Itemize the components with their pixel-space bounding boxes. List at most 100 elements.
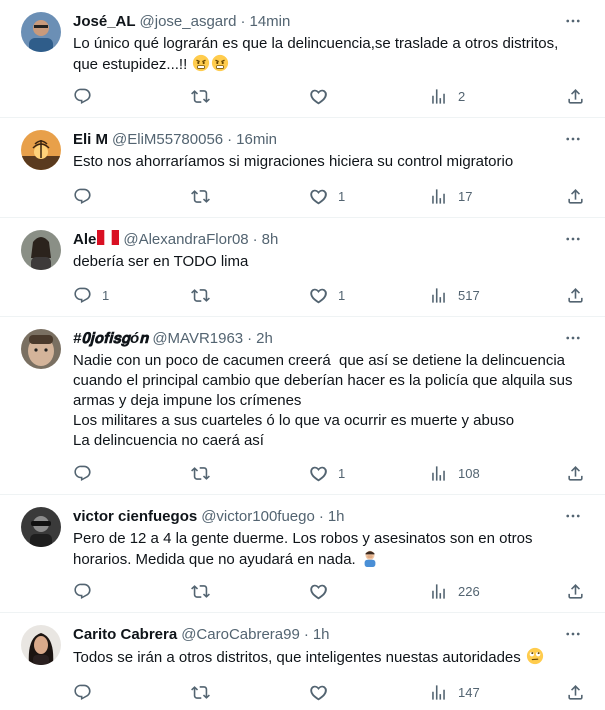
views-button[interactable]: 108 [429,463,480,483]
like-button[interactable] [309,581,338,601]
retweet-button[interactable] [191,186,220,206]
retweet-button[interactable] [191,682,220,702]
share-button[interactable] [566,186,585,206]
like-button[interactable]: 1 [309,186,345,206]
like-icon [310,89,327,104]
views-button[interactable]: 517 [429,285,480,305]
tweet[interactable]: Ale @AlexandraFlor08 · 8h debería ser en… [0,218,605,317]
tweet-text: debería ser en TODO lima [73,253,249,270]
author-handle[interactable]: @CaroCabrera99 [181,626,300,643]
reply-button[interactable]: 1 [73,285,109,305]
reply-icon [74,287,91,303]
share-icon [568,287,583,303]
avatar[interactable] [21,130,61,170]
like-button[interactable] [309,682,338,702]
reply-icon [74,465,91,481]
retweet-icon [191,89,210,103]
more-icon[interactable] [561,623,585,645]
author-handle[interactable]: @jose_asgard [140,13,237,30]
tweet-text: Esto nos ahorraríamos si migraciones hic… [73,153,514,170]
reply-button[interactable] [73,682,102,702]
retweet-button[interactable] [191,86,220,106]
retweet-button[interactable] [191,285,220,305]
views-button[interactable]: 226 [429,581,480,601]
reply-feed: José_AL @jose_asgard · 14min Lo único qu… [0,0,605,710]
like-icon [310,189,327,204]
author-name[interactable]: victor cienfuegos [73,508,197,525]
tweet[interactable]: José_AL @jose_asgard · 14min Lo único qu… [0,0,605,118]
like-icon [310,466,327,481]
like-count: 1 [338,188,346,204]
person-facepalming-icon [361,549,379,573]
share-button[interactable] [566,463,585,483]
share-button[interactable] [566,581,585,601]
share-button[interactable] [566,86,585,106]
views-icon [432,188,445,204]
reply-button[interactable] [73,581,102,601]
like-button[interactable]: 1 [309,463,345,483]
author-name[interactable]: Eli M [73,131,108,148]
author-name[interactable]: Carito Cabrera [73,626,177,643]
avatar[interactable] [21,329,61,369]
more-icon[interactable] [561,128,585,150]
retweet-button[interactable] [191,581,220,601]
author-name[interactable]: José_AL [73,13,136,30]
timestamp[interactable]: 16min [236,131,277,148]
avatar[interactable] [21,12,61,52]
tweet[interactable]: Eli M @EliM55780056 · 16min Esto nos aho… [0,118,605,218]
peru-flag-icon [97,229,120,249]
avatar[interactable] [21,507,61,547]
like-button[interactable] [309,86,338,106]
separator: · [247,329,253,347]
angry-face-icon [192,54,210,78]
author-handle[interactable]: @victor100fuego [201,508,315,525]
views-icon [432,88,445,104]
views-button[interactable]: 17 [429,186,472,206]
retweet-button[interactable] [191,463,220,483]
avatar[interactable] [21,625,61,665]
tweet[interactable]: Carito Cabrera @CaroCabrera99 · 1h Todos… [0,613,605,710]
author-handle[interactable]: @EliM55780056 [112,131,223,148]
views-button[interactable]: 2 [429,86,465,106]
view-count: 226 [458,583,480,599]
timestamp[interactable]: 1h [313,626,330,643]
author-name[interactable]: Ale [73,231,96,248]
views-icon [432,684,445,700]
author-name[interactable]: #𝟎𝐣𝐨𝐟𝐢𝐬𝐠ó𝐧 [73,330,148,347]
reply-button[interactable] [73,463,102,483]
tweet[interactable]: victor cienfuegos @victor100fuego · 1h P… [0,495,605,613]
more-icon[interactable] [561,228,585,250]
timestamp[interactable]: 1h [328,508,345,525]
timestamp[interactable]: 14min [249,13,290,30]
like-icon [310,288,327,303]
views-icon [432,583,445,599]
views-icon [432,465,445,481]
timestamp[interactable]: 8h [262,231,279,248]
more-icon[interactable] [561,10,585,32]
views-button[interactable]: 147 [429,682,480,702]
view-count: 147 [458,684,480,700]
views-icon [432,287,445,303]
timestamp[interactable]: 2h [256,330,273,347]
more-icon[interactable] [561,327,585,349]
like-button[interactable]: 1 [309,285,345,305]
angry-face-icon [211,54,229,78]
share-button[interactable] [566,682,585,702]
view-count: 517 [458,287,480,303]
separator: · [227,130,233,148]
reply-button[interactable] [73,86,102,106]
share-button[interactable] [566,285,585,305]
more-icon[interactable] [561,505,585,527]
view-count: 108 [458,465,480,481]
reply-icon [74,583,91,599]
separator: · [303,625,309,643]
author-handle[interactable]: @MAVR1963 [152,330,243,347]
retweet-icon [191,189,210,203]
share-icon [568,188,583,204]
tweet[interactable]: #𝟎𝐣𝐨𝐟𝐢𝐬𝐠ó𝐧 @MAVR1963 · 2h Nadie con un p… [0,317,605,495]
eye-roll-face-icon [526,647,544,671]
avatar[interactable] [21,230,61,270]
reply-button[interactable] [73,186,102,206]
author-handle[interactable]: @AlexandraFlor08 [123,231,248,248]
retweet-icon [191,288,210,302]
